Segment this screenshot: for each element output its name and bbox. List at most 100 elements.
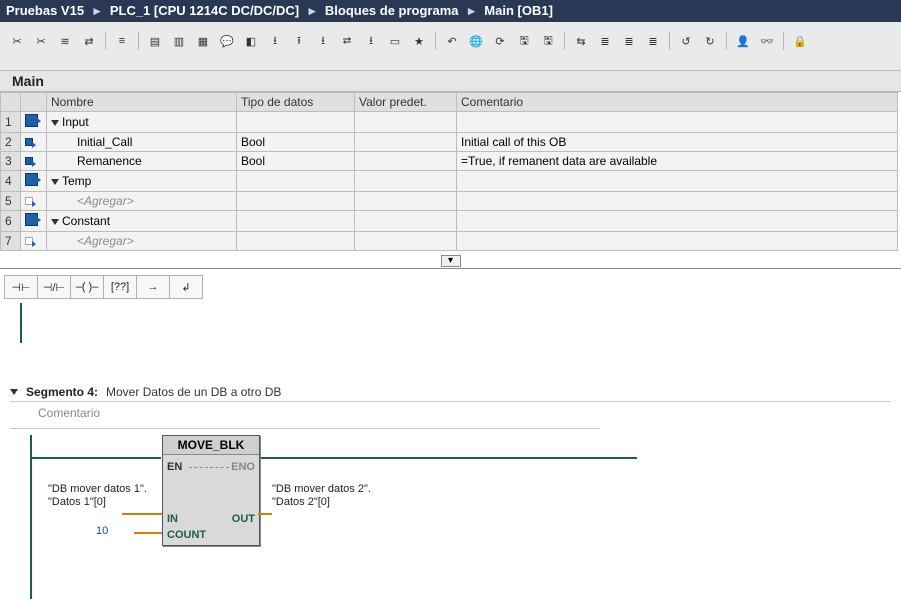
cell-comment[interactable] [457, 232, 898, 251]
cell-default[interactable] [355, 211, 457, 232]
toolbar-t29-icon[interactable]: 👤 [732, 30, 754, 52]
col-default[interactable]: Valor predet. [355, 93, 457, 112]
row-pin-icon [21, 171, 47, 192]
crumb-device[interactable]: PLC_1 [CPU 1214C DC/DC/DC] [110, 3, 299, 18]
cell-type[interactable] [237, 211, 355, 232]
cell-default[interactable] [355, 192, 457, 211]
table-row[interactable]: 5<Agregar> [1, 192, 898, 211]
row-pin-icon [21, 152, 47, 171]
cell-type[interactable] [237, 112, 355, 133]
port-count[interactable]: COUNT [167, 529, 206, 541]
cell-name[interactable]: Initial_Call [47, 133, 237, 152]
toolbar-t24-icon[interactable]: ≣ [594, 30, 616, 52]
toolbar-separator [669, 32, 670, 50]
port-out[interactable]: OUT [232, 513, 255, 525]
toolbar-t20-icon[interactable]: ⟳ [489, 30, 511, 52]
cell-comment[interactable] [457, 171, 898, 192]
toolbar-t21-icon[interactable]: 🖫 [513, 30, 535, 52]
toolbar-t9-icon[interactable]: 💬 [216, 30, 238, 52]
toolbar-t12-icon[interactable]: ⭱ [288, 30, 310, 52]
toolbar-t22-icon[interactable]: 🖫 [537, 30, 559, 52]
cell-type[interactable] [237, 192, 355, 211]
palette-btn-3[interactable]: [??] [104, 275, 137, 299]
cell-type[interactable] [237, 232, 355, 251]
cell-comment[interactable] [457, 192, 898, 211]
table-row[interactable]: 4Temp [1, 171, 898, 192]
toolbar-t5-icon[interactable]: ≡ [111, 30, 133, 52]
toolbar-t25-icon[interactable]: ≣ [618, 30, 640, 52]
toolbar-separator [138, 32, 139, 50]
toolbar-t7-icon[interactable]: ▥ [168, 30, 190, 52]
row-number: 2 [1, 133, 21, 152]
toolbar-t10-icon[interactable]: ◧ [240, 30, 262, 52]
table-expand-handle[interactable]: ▾ [0, 251, 901, 268]
toolbar-t14-icon[interactable]: ⮂ [336, 30, 358, 52]
cell-default[interactable] [355, 133, 457, 152]
operand-out[interactable]: "DB mover datos 2"."Datos 2"[0] [272, 483, 392, 509]
toolbar-t8-icon[interactable]: ▦ [192, 30, 214, 52]
toolbar-t30-icon[interactable]: 👓 [756, 30, 778, 52]
cell-type[interactable] [237, 171, 355, 192]
toolbar-t6-icon[interactable]: ▤ [144, 30, 166, 52]
cell-comment[interactable] [457, 211, 898, 232]
cell-name[interactable]: <Agregar> [47, 192, 237, 211]
operand-in[interactable]: "DB mover datos 1"."Datos 1"[0] [48, 483, 158, 509]
toolbar-t16-icon[interactable]: ▭ [384, 30, 406, 52]
editor-toolbar: ✂✂≋⇄≡▤▥▦💬◧⭳⭱⭳⮂⭳▭★↶🌐⟳🖫🖫⇆≣≣≣↺↻👤👓🔒 [0, 22, 901, 71]
col-comment[interactable]: Comentario [457, 93, 898, 112]
table-row[interactable]: 3RemanenceBool=True, if remanent data ar… [1, 152, 898, 171]
cell-default[interactable] [355, 152, 457, 171]
col-type[interactable]: Tipo de datos [237, 93, 355, 112]
power-rail [30, 435, 32, 599]
cell-default[interactable] [355, 232, 457, 251]
toolbar-t15-icon[interactable]: ⭳ [360, 30, 382, 52]
move-blk-instruction[interactable]: MOVE_BLK EN ENO IN OUT COUNT [162, 435, 260, 546]
cell-comment[interactable] [457, 112, 898, 133]
segment-comment[interactable]: Comentario [10, 402, 600, 429]
segment-header[interactable]: Segmento 4: Mover Datos de un DB a otro … [10, 385, 891, 402]
palette-btn-0[interactable]: ⊣⊢ [4, 275, 38, 299]
cell-default[interactable] [355, 171, 457, 192]
cell-name[interactable]: Constant [47, 211, 237, 232]
cell-type[interactable]: Bool [237, 152, 355, 171]
toolbar-t11-icon[interactable]: ⭳ [264, 30, 286, 52]
toolbar-t26-icon[interactable]: ≣ [642, 30, 664, 52]
crumb-group[interactable]: Bloques de programa [325, 3, 459, 18]
crumb-block[interactable]: Main [OB1] [484, 3, 553, 18]
toolbar-t19-icon[interactable]: 🌐 [465, 30, 487, 52]
rung-wire [31, 457, 161, 459]
toolbar-t28-icon[interactable]: ↻ [699, 30, 721, 52]
port-in[interactable]: IN [167, 513, 178, 525]
toolbar-t4-icon[interactable]: ⇄ [78, 30, 100, 52]
table-row[interactable]: 2 Initial_CallBool Initial call of this OB [1, 133, 898, 152]
palette-btn-4[interactable]: → [137, 275, 170, 299]
toolbar-t18-icon[interactable]: ↶ [441, 30, 463, 52]
cell-name[interactable]: <Agregar> [47, 232, 237, 251]
crumb-project[interactable]: Pruebas V15 [6, 3, 84, 18]
palette-btn-5[interactable]: ↲ [170, 275, 203, 299]
toolbar-t31-icon[interactable]: 🔒 [789, 30, 811, 52]
toolbar-t1-icon[interactable]: ✂ [6, 30, 28, 52]
cell-comment[interactable]: Initial call of this OB [457, 133, 898, 152]
cell-comment[interactable]: =True, if remanent data are available [457, 152, 898, 171]
toolbar-t23-icon[interactable]: ⇆ [570, 30, 592, 52]
ladder-network[interactable]: MOVE_BLK EN ENO IN OUT COUNT "DB mover d… [10, 435, 891, 599]
row-number: 1 [1, 112, 21, 133]
table-row[interactable]: 6Constant [1, 211, 898, 232]
toolbar-t13-icon[interactable]: ⭳ [312, 30, 334, 52]
cell-type[interactable]: Bool [237, 133, 355, 152]
toolbar-t2-icon[interactable]: ✂ [30, 30, 52, 52]
col-name[interactable]: Nombre [47, 93, 237, 112]
palette-btn-1[interactable]: ⊣/⊢ [38, 275, 71, 299]
table-row[interactable]: 1 Input [1, 112, 898, 133]
operand-count[interactable]: 10 [96, 525, 156, 538]
cell-name[interactable]: Temp [47, 171, 237, 192]
toolbar-t17-icon[interactable]: ★ [408, 30, 430, 52]
table-row[interactable]: 7<Agregar> [1, 232, 898, 251]
toolbar-t3-icon[interactable]: ≋ [54, 30, 76, 52]
toolbar-t27-icon[interactable]: ↺ [675, 30, 697, 52]
cell-name[interactable]: Input [47, 112, 237, 133]
palette-btn-2[interactable]: –( )– [71, 275, 104, 299]
cell-default[interactable] [355, 112, 457, 133]
cell-name[interactable]: Remanence [47, 152, 237, 171]
